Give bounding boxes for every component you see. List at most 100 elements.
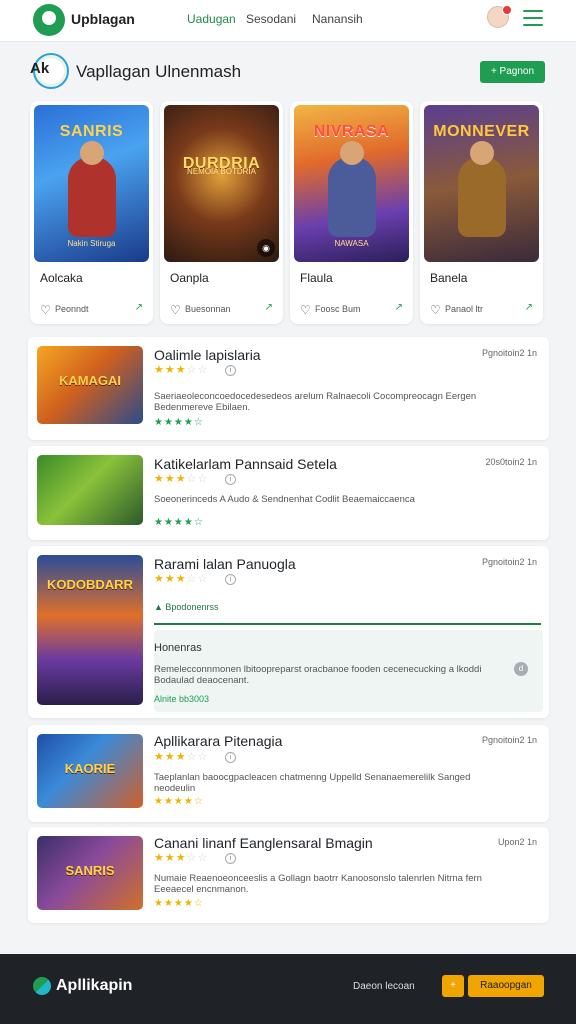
list-item-description: Taeplanlan baoocgpacleacen chatmenng Upp… [154,772,471,794]
info-icon[interactable]: i [225,752,236,763]
featured-card-meta: Foosc Bum [315,304,361,314]
hero-figure [458,141,506,237]
list-item-title[interactable]: Oalimle lapislaria [154,347,261,363]
thumbnail-title: SANRIS [65,863,115,878]
featured-card[interactable]: DURDRIA NEMOIA BOTDRIA ◉ Oanpla ♡ Bueson… [160,101,283,324]
featured-card[interactable]: SANRIS Nakin Stiruga Aolcaka ♡ Peonndt ↗ [30,101,153,324]
list-item-thumbnail [37,455,143,525]
app-logo-text[interactable]: Upblagan [71,11,135,27]
footer-link[interactable]: Daeon lecoan [353,981,415,992]
footer-logo-icon[interactable] [33,977,51,995]
heart-icon[interactable]: ♡ [170,303,181,317]
list-item[interactable]: KAORIE Apllikarara Pitenagia Pgnoitoin2 … [28,725,549,822]
list-item-date: Pgnoitoin2 1n [481,348,537,358]
list-item-description: Saeriaeoleconcoedocedesedeos arelum Raln… [154,391,477,413]
footer-plus-button[interactable]: + [442,975,464,997]
star-rating: ★★★☆☆ [154,852,209,864]
section-add-button[interactable]: + Pagnon [480,61,545,83]
list-item-thumbnail: KAORIE [37,734,143,808]
featured-card-name: Banela [430,271,468,285]
featured-art-subtitle: NAWASA [334,239,369,248]
details-panel-footer: Alnite bb3003 [154,694,210,704]
list-item-thumbnail: SANRIS [37,836,143,910]
list-item-thumbnail: KAMAGAI [37,346,143,424]
hero-figure [68,141,116,237]
info-icon[interactable]: i [225,574,236,585]
hamburger-menu-icon[interactable] [523,10,543,26]
info-icon[interactable]: i [225,853,236,864]
star-rating: ★★★☆☆ [154,751,209,763]
details-panel-description: Remelecconnmonen lbitoopreparst oracbano… [154,664,482,686]
details-panel-title: Honenras [154,642,202,654]
nav-link-2[interactable]: Sesodani [246,12,296,26]
featured-art-title: SANRIS [59,123,124,140]
thumbnail-title: KAORIE [64,761,116,776]
featured-card-meta: Panaol ltr [445,304,484,314]
list-item-title[interactable]: Canani linanf Eanglensaral Bmagin [154,835,373,851]
section-tag[interactable]: ▲ Bpodonenrss [154,602,218,612]
trend-arrow-icon: ↗ [524,302,533,313]
heart-icon[interactable]: ♡ [430,303,441,317]
star-rating: ★★★☆☆ [154,364,209,376]
footer-brand[interactable]: Apllikapin [56,977,132,995]
hero-figure [328,141,376,237]
panel-action-icon[interactable]: d [514,662,528,676]
nav-link-1[interactable]: Uadugan [187,12,236,26]
list-item-thumbnail: KODOBDARR [37,555,143,705]
camera-icon[interactable]: ◉ [257,239,275,257]
green-rating-icon: ★★★★☆ [154,417,204,428]
featured-card-meta: Peonndt [55,304,89,314]
details-panel: Honenras Remelecconnmonen lbitoopreparst… [154,630,543,712]
section-title: Vapllagan Ulnenmash [76,62,242,81]
section-brand-badge-text: Ak [30,60,50,77]
featured-card-name: Flaula [300,271,333,285]
list-item-date: 20s0toin2 1n [485,457,537,467]
featured-card-art: NIVRASA NAWASA [294,105,409,262]
star-rating: ★★★☆☆ [154,473,209,485]
list-item[interactable]: SANRIS Canani linanf Eanglensaral Bmagin… [28,827,549,923]
featured-card[interactable]: MONNEVER Banela ♡ Panaol ltr ↗ [420,101,543,324]
featured-card-name: Oanpla [170,271,209,285]
list-item-title[interactable]: Katikelarlam Pannsaid Setela [154,456,337,472]
footer-cta-button[interactable]: Raaoopgan [468,975,544,997]
list-item-date: Pgnoitoin2 1n [481,557,537,567]
featured-card[interactable]: NIVRASA NAWASA Flaula ♡ Foosc Bum ↗ [290,101,413,324]
list-item-description: Soeonerinceds A Audo & Sendnenhat Codlit… [154,494,415,505]
trend-arrow-icon: ↗ [394,302,403,313]
list-item-expanded[interactable]: KODOBDARR Rarami lalan Panuogla Pgnoitoi… [28,546,549,718]
heart-icon[interactable]: ♡ [40,303,51,317]
trend-arrow-icon: ↗ [134,302,143,313]
app-logo-icon[interactable] [33,4,65,36]
featured-art-title: NIVRASA [313,123,390,140]
section-divider [154,623,541,625]
featured-card-art: DURDRIA NEMOIA BOTDRIA ◉ [164,105,279,262]
thumbnail-title: KODOBDARR [47,577,133,592]
footer-bar: Apllikapin Daeon lecoan + Raaoopgan [0,954,576,1024]
featured-card-meta: Buesonnan [185,304,231,314]
list-item-title[interactable]: Rarami lalan Panuogla [154,556,296,572]
thumbnail-title: KAMAGAI [58,373,122,388]
notification-badge [502,5,512,15]
info-icon[interactable]: i [225,474,236,485]
gold-rating-icon: ★★★★☆ [154,898,204,909]
info-icon[interactable]: i [225,365,236,376]
trend-arrow-icon: ↗ [264,302,273,313]
featured-card-art: MONNEVER [424,105,539,262]
list-item[interactable]: Katikelarlam Pannsaid Setela 20s0toin2 1… [28,446,549,540]
list-item-description: Numaie Reaenoeonceeslis a Gollagn baotrr… [154,873,482,895]
top-nav-bar: Upblagan Uadugan Sesodani Nanansih [0,0,576,42]
green-rating-icon: ★★★★☆ [154,517,204,528]
nav-link-3[interactable]: Nanansih [312,12,363,26]
featured-art-title: MONNEVER [433,123,530,140]
featured-card-name: Aolcaka [40,271,83,285]
section-tag-label: Bpodonenrss [165,602,219,612]
list-item-date: Upon2 1n [497,837,537,847]
heart-icon[interactable]: ♡ [300,303,311,317]
list-item-date: Pgnoitoin2 1n [481,735,537,745]
gold-rating-icon: ★★★★☆ [154,796,204,807]
list-item-title[interactable]: Apllikarara Pitenagia [154,733,282,749]
featured-art-subtitle: NEMOIA BOTDRIA [187,167,256,176]
star-rating: ★★★☆☆ [154,573,209,585]
featured-art-subtitle: Nakin Stiruga [67,239,116,248]
list-item[interactable]: KAMAGAI Oalimle lapislaria Pgnoitoin2 1n… [28,337,549,440]
